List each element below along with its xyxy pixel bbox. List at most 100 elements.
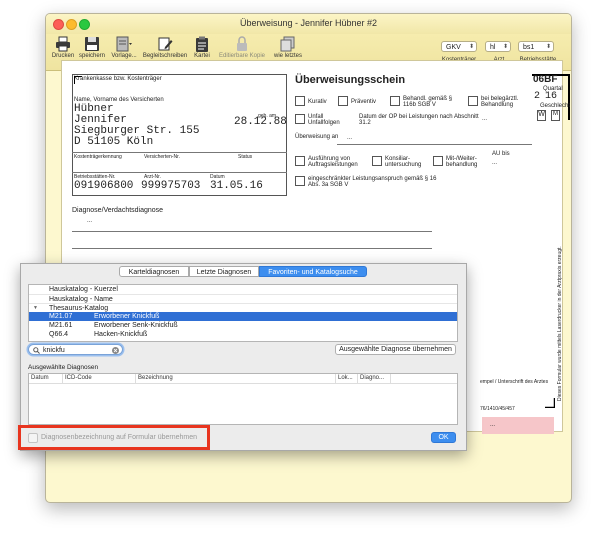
corner-mark-icon xyxy=(74,76,82,84)
save-icon xyxy=(85,37,99,51)
form-id: 76/1410/45/457 xyxy=(480,406,515,412)
accident-label: Unfall Unfallfolgen xyxy=(308,114,340,126)
gender-label: Geschlecht xyxy=(540,103,571,109)
konsiliar-label: Konsiliar-untersuchung xyxy=(385,156,422,168)
chart-button[interactable]: Kartei xyxy=(190,36,214,59)
ausfuehrung-label: Ausführung von Auftragsleistungen xyxy=(308,156,358,168)
referral-to-label: Überweisung an xyxy=(295,134,339,140)
mitweiter-label: Mit-/Weiter-behandlung xyxy=(446,156,478,168)
diagnosis-search-input[interactable]: knickfu xyxy=(28,344,123,355)
form-title: Überweisungsschein xyxy=(295,74,406,86)
selected-diagnoses-label: Ausgewählte Diagnosen xyxy=(28,364,99,371)
referral-line xyxy=(337,144,532,145)
cover-letter-label: Begleitschreiben xyxy=(142,53,188,59)
mitweiter-checkbox[interactable] xyxy=(433,156,443,166)
column-description[interactable]: Bezeichnung xyxy=(136,374,336,383)
search-icon xyxy=(33,347,40,354)
belegaerztl-label: bei belegärztl. Behandlung xyxy=(481,96,519,108)
diagnosis-value[interactable]: ... xyxy=(87,218,92,224)
116b-checkbox[interactable] xyxy=(390,96,400,106)
clear-search-icon[interactable] xyxy=(112,347,119,354)
status-label: Status xyxy=(238,154,253,160)
diagnosis-dialog: Karteldiagnosen Letzte Diagnosen Favorit… xyxy=(20,263,467,451)
city[interactable]: D 51105 Köln xyxy=(74,136,153,148)
divider xyxy=(72,172,287,173)
lanr-value[interactable]: 999975703 xyxy=(141,180,200,192)
same-as-last-button[interactable]: wie letztes xyxy=(270,36,306,59)
catalog-tree[interactable]: Hauskatalog - Kuerzel Hauskatalog - Name… xyxy=(28,284,458,342)
icd-code: M21.61 xyxy=(49,322,73,329)
signature-label: empel / Unterschrift des Arztes xyxy=(480,379,549,385)
adopt-diagnosis-button[interactable]: Ausgewählte Diagnose übernehmen xyxy=(335,344,456,355)
payer-select[interactable]: GKV ⬍ xyxy=(441,41,477,52)
form-code: 06BF xyxy=(533,74,558,85)
divider xyxy=(72,152,287,153)
op-date-value[interactable]: ... xyxy=(482,116,487,122)
column-localization[interactable]: Lok... xyxy=(336,374,358,383)
search-value: knickfu xyxy=(43,347,65,354)
save-label: speichern xyxy=(78,53,105,59)
template-button[interactable]: Vorlage... xyxy=(108,36,140,59)
column-diagnosis-certainty[interactable]: Diagno... xyxy=(358,374,391,383)
print-button[interactable]: Drucken xyxy=(50,36,76,59)
konsiliar-checkbox[interactable] xyxy=(372,156,382,166)
site-value: bs1 xyxy=(523,44,535,51)
tab-favorites-catalog-search[interactable]: Favoriten- und Katalogsuche xyxy=(259,266,367,277)
bsnr-value[interactable]: 091906800 xyxy=(74,180,133,192)
kurativ-label: Kurativ xyxy=(308,99,327,105)
icd-code: M21.07 xyxy=(49,313,73,320)
accident-checkbox[interactable] xyxy=(295,114,305,124)
chart-label: Kartei xyxy=(194,53,210,59)
doctor-value: hl xyxy=(490,44,496,51)
tree-row-house-shortcut[interactable]: Hauskatalog - Kuerzel xyxy=(29,285,457,294)
side-note: Dieses Formular wurde mittels Laserdruck… xyxy=(557,246,563,401)
gender-w-box[interactable]: W xyxy=(537,110,546,121)
letter-edit-icon xyxy=(158,37,173,51)
column-date[interactable]: Datum xyxy=(29,374,63,383)
kurativ-checkbox[interactable] xyxy=(295,96,305,106)
payer-value: GKV xyxy=(446,44,461,51)
site-select[interactable]: bs1 ⬍ xyxy=(518,41,554,52)
date-value[interactable]: 31.05.16 xyxy=(210,180,263,192)
icd-name: Erworbener Senk-Knickfuß xyxy=(94,322,178,329)
ausfuehrung-checkbox[interactable] xyxy=(295,156,305,166)
ok-button[interactable]: OK xyxy=(431,432,456,443)
tree-row-label: Hauskatalog - Kuerzel xyxy=(49,286,118,293)
au-value[interactable]: ... xyxy=(492,160,497,166)
au-label: AU bis xyxy=(492,151,510,157)
lock-icon xyxy=(237,36,247,51)
diagnosis-label: Diagnose/Verdachtsdiagnose xyxy=(72,207,164,214)
template-icon xyxy=(116,36,132,52)
tab-recent-diagnoses[interactable]: Letzte Diagnosen xyxy=(189,266,259,277)
referral-value[interactable]: ... xyxy=(347,135,352,141)
cover-letter-button[interactable]: Begleitschreiben xyxy=(140,36,190,59)
tree-row-q66-4[interactable]: Q66.4 Hacken-Knickfuß xyxy=(29,330,457,339)
print-label: Drucken xyxy=(51,53,75,59)
icd-name: Erworbener Knickfuß xyxy=(94,313,160,320)
printer-icon xyxy=(56,36,70,52)
tab-chart-diagnoses[interactable]: Karteldiagnosen xyxy=(119,266,189,277)
editable-copy-button[interactable]: Editierbare Kopie xyxy=(214,36,270,59)
tree-row-m21-07[interactable]: M21.07 Erworbener Knickfuß xyxy=(29,312,457,321)
insurer-id-label: Kostenträgerkennung xyxy=(74,154,122,160)
save-button[interactable]: speichern xyxy=(76,36,108,59)
op-date-label: Datum der OP bei Leistungen nach Abschni… xyxy=(359,114,479,126)
tree-row-m21-61[interactable]: M21.61 Erworbener Senk-Knickfuß xyxy=(29,321,457,330)
restricted-label: eingeschränkter Leistungsanspruch gemäß … xyxy=(308,176,437,188)
gender-m-box[interactable]: M xyxy=(551,110,560,121)
restricted-checkbox[interactable] xyxy=(295,176,305,186)
column-icd-code[interactable]: ICD-Code xyxy=(63,374,136,383)
praeventiv-checkbox[interactable] xyxy=(338,96,348,106)
stamp-field[interactable]: ... xyxy=(482,417,554,434)
title-bar: Überweisung - Jennifer Hübner #2 xyxy=(46,14,571,34)
chevron-updown-icon: ⬍ xyxy=(468,44,474,50)
table-header-divider xyxy=(29,383,457,384)
editable-copy-label: Editierbare Kopie xyxy=(218,53,266,59)
diagnosis-line-1 xyxy=(72,231,432,232)
belegaerztl-checkbox[interactable] xyxy=(468,96,478,106)
doctor-select[interactable]: hl ⬍ xyxy=(485,41,511,52)
copy-icon xyxy=(280,36,295,52)
quarter-digit-2[interactable]: 16 xyxy=(545,91,557,102)
selected-diagnoses-table[interactable]: Datum ICD-Code Bezeichnung Lok... Diagno… xyxy=(28,373,458,425)
birth-date[interactable]: 28.12.88 xyxy=(234,116,287,128)
